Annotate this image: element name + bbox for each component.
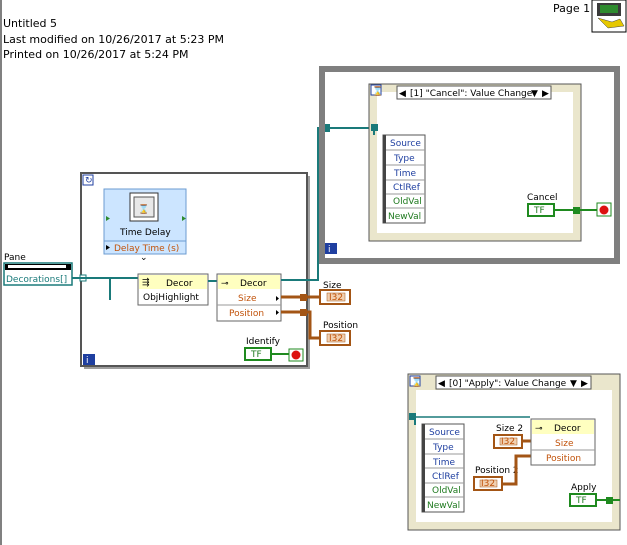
- event-case-label: [0] "Apply": Value Change: [449, 379, 567, 389]
- decorations-control[interactable]: Decorations[]: [3, 262, 87, 286]
- svg-text:TF: TF: [533, 206, 545, 216]
- position-indicator-label: Position: [323, 321, 358, 331]
- event-data-node-apply: Source Type Time CtlRef OldVal NewVal: [421, 423, 465, 513]
- loop-icon: ↻: [85, 176, 93, 186]
- svg-text:Size: Size: [555, 439, 574, 449]
- chevron-down-icon: ▼: [570, 379, 577, 389]
- event-selector-apply[interactable]: ◀ [0] "Apply": Value Change ▼ ▶: [435, 375, 592, 390]
- svg-text:OldVal: OldVal: [393, 197, 422, 207]
- svg-text:Type: Type: [432, 443, 454, 453]
- position2-control[interactable]: I32: [473, 476, 503, 491]
- event-selector-cancel[interactable]: ◀ [1] "Cancel": Value Change ▼ ▶: [396, 85, 552, 100]
- cancel-button[interactable]: TF: [527, 203, 555, 217]
- time-delay-title: Time Delay: [119, 228, 171, 238]
- svg-text:I32: I32: [481, 479, 495, 489]
- position2-label: Position 2: [475, 466, 519, 476]
- hourglass-icon: ⌛: [138, 203, 149, 215]
- identify-label: Identify: [246, 337, 281, 347]
- property-node-main[interactable]: ⊸ Decor Size Position: [216, 273, 282, 322]
- pane-label: Pane: [4, 253, 26, 263]
- event-case-label: [1] "Cancel": Value Change: [410, 89, 533, 99]
- property-node-apply[interactable]: ⊸ Decor Size Position: [530, 418, 596, 466]
- hourglass-icon: ⌛: [411, 376, 422, 388]
- property-size: Size: [238, 294, 257, 304]
- block-diagram: ↻ i ⌛ Time Delay Delay Time (s) ⌄ Pane D…: [0, 0, 627, 545]
- invoke-class: Decor: [166, 279, 193, 289]
- chevron-right-icon: ▶: [581, 379, 588, 389]
- svg-text:I32: I32: [501, 437, 515, 447]
- invoke-arrow-icon: ⇶: [142, 277, 150, 288]
- svg-text:i: i: [328, 245, 331, 255]
- position-indicator[interactable]: I32: [319, 330, 351, 346]
- svg-text:Source: Source: [390, 139, 421, 149]
- property-icon: ⊸: [221, 279, 229, 289]
- property-icon: ⊸: [535, 424, 543, 434]
- property-position: Position: [229, 309, 264, 319]
- svg-text:OldVal: OldVal: [432, 486, 461, 496]
- svg-text:TF: TF: [250, 350, 262, 360]
- invoke-node[interactable]: ⇶ Decor ObjHighlight: [137, 273, 209, 306]
- loop-iteration-terminal: i: [86, 356, 89, 366]
- identify-button[interactable]: TF: [244, 347, 272, 361]
- svg-text:Decor: Decor: [554, 424, 581, 434]
- svg-text:Time: Time: [432, 458, 455, 468]
- size2-control[interactable]: I32: [493, 434, 523, 449]
- chevron-down-icon: ▼: [531, 89, 538, 99]
- size-indicator[interactable]: I32: [319, 289, 351, 305]
- time-delay-vi[interactable]: ⌛ Time Delay Delay Time (s) ⌄: [103, 188, 187, 263]
- svg-text:CtlRef: CtlRef: [393, 183, 421, 193]
- decorations-label: Decorations[]: [6, 275, 67, 285]
- hourglass-icon: ⌛: [372, 85, 383, 97]
- stop-terminal-cancel: [596, 202, 612, 217]
- svg-text:Type: Type: [393, 154, 415, 164]
- svg-text:I32: I32: [329, 334, 343, 344]
- apply-button[interactable]: TF: [569, 493, 597, 507]
- svg-text:NewVal: NewVal: [388, 212, 421, 222]
- chevron-right-icon: ▶: [542, 89, 549, 99]
- property-class: Decor: [240, 279, 267, 289]
- svg-text:TF: TF: [575, 496, 587, 506]
- invoke-method: ObjHighlight: [143, 293, 199, 303]
- svg-text:I32: I32: [329, 293, 343, 303]
- cancel-label: Cancel: [527, 193, 558, 203]
- svg-text:Source: Source: [429, 428, 460, 438]
- svg-text:NewVal: NewVal: [427, 501, 460, 511]
- svg-text:Time: Time: [393, 169, 416, 179]
- chevron-left-icon: ◀: [438, 379, 445, 389]
- svg-text:Position: Position: [546, 454, 581, 464]
- vi-icon: [591, 0, 627, 33]
- svg-text:CtlRef: CtlRef: [432, 472, 460, 482]
- chevron-left-icon: ◀: [399, 89, 406, 99]
- size2-label: Size 2: [496, 424, 523, 434]
- event-data-node-cancel: Source Type Time CtlRef OldVal NewVal: [382, 134, 426, 224]
- apply-label: Apply: [571, 483, 597, 493]
- stop-terminal: [288, 348, 304, 362]
- svg-text:⌄: ⌄: [140, 253, 148, 263]
